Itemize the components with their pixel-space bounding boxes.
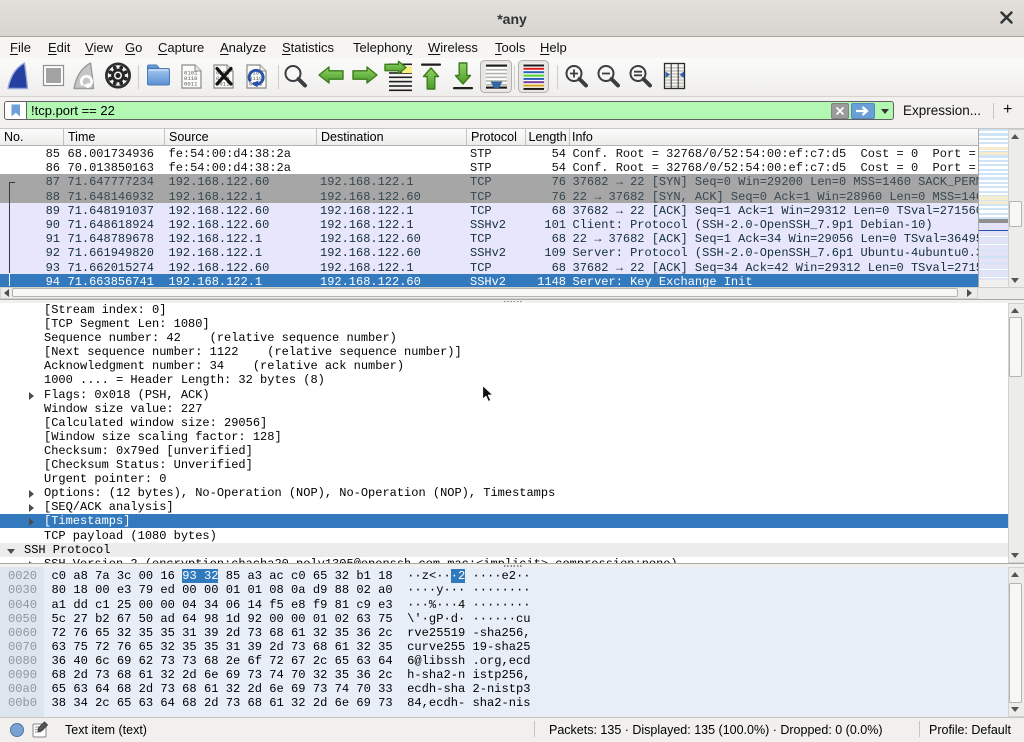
svg-text:0011: 0011: [184, 81, 198, 88]
